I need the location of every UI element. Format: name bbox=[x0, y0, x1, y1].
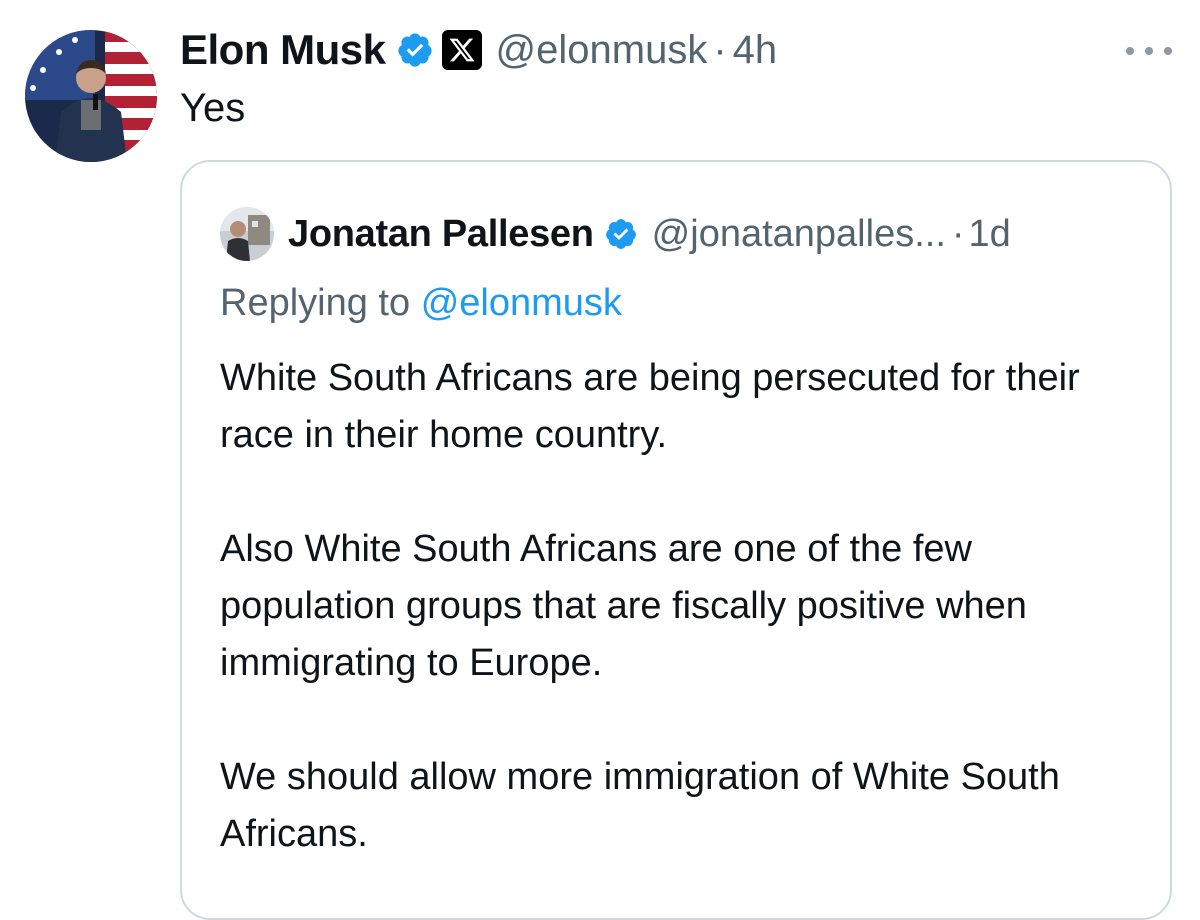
quoted-tweet-header: Jonatan Pallesen @jonatanpalles... · 1d bbox=[220, 206, 1011, 262]
separator-dot: · bbox=[951, 212, 965, 255]
quoted-paragraph: White South Africans are being persecute… bbox=[220, 357, 1080, 456]
quoted-author-handle[interactable]: @jonatanpalles... bbox=[652, 213, 946, 256]
reply-mention-link[interactable]: @elonmusk bbox=[421, 282, 622, 324]
author-handle[interactable]: @elonmusk bbox=[496, 28, 708, 73]
author-name[interactable]: Elon Musk bbox=[180, 26, 386, 74]
quoted-tweet-timestamp[interactable]: 1d bbox=[969, 213, 1011, 256]
x-logo-icon bbox=[441, 30, 482, 70]
more-options-icon[interactable] bbox=[1126, 36, 1172, 66]
quoted-author-name[interactable]: Jonatan Pallesen bbox=[288, 213, 594, 256]
quoted-author-avatar[interactable] bbox=[220, 207, 274, 261]
replying-to-line: Replying to @elonmusk bbox=[220, 282, 622, 325]
more-dot bbox=[1126, 47, 1134, 55]
replying-prefix: Replying to bbox=[220, 282, 411, 324]
tweet-timestamp[interactable]: 4h bbox=[733, 28, 778, 73]
tweet-header: Elon Musk @elonmusk · 4h bbox=[180, 24, 777, 76]
quoted-paragraph: We should allow more immigration of Whit… bbox=[220, 756, 1060, 855]
verified-badge-icon[interactable] bbox=[396, 31, 434, 69]
author-avatar[interactable] bbox=[25, 30, 157, 162]
separator-dot: · bbox=[713, 27, 727, 72]
tweet-text: Yes bbox=[180, 86, 246, 130]
more-dot bbox=[1145, 47, 1153, 55]
verified-badge-icon bbox=[604, 217, 638, 251]
quoted-tweet-text: White South Africans are being persecute… bbox=[220, 350, 1140, 920]
more-dot bbox=[1164, 47, 1172, 55]
quoted-tweet-card[interactable]: Jonatan Pallesen @jonatanpalles... · 1d … bbox=[180, 160, 1172, 920]
quoted-paragraph: Also White South Africans are one of the… bbox=[220, 528, 1027, 684]
